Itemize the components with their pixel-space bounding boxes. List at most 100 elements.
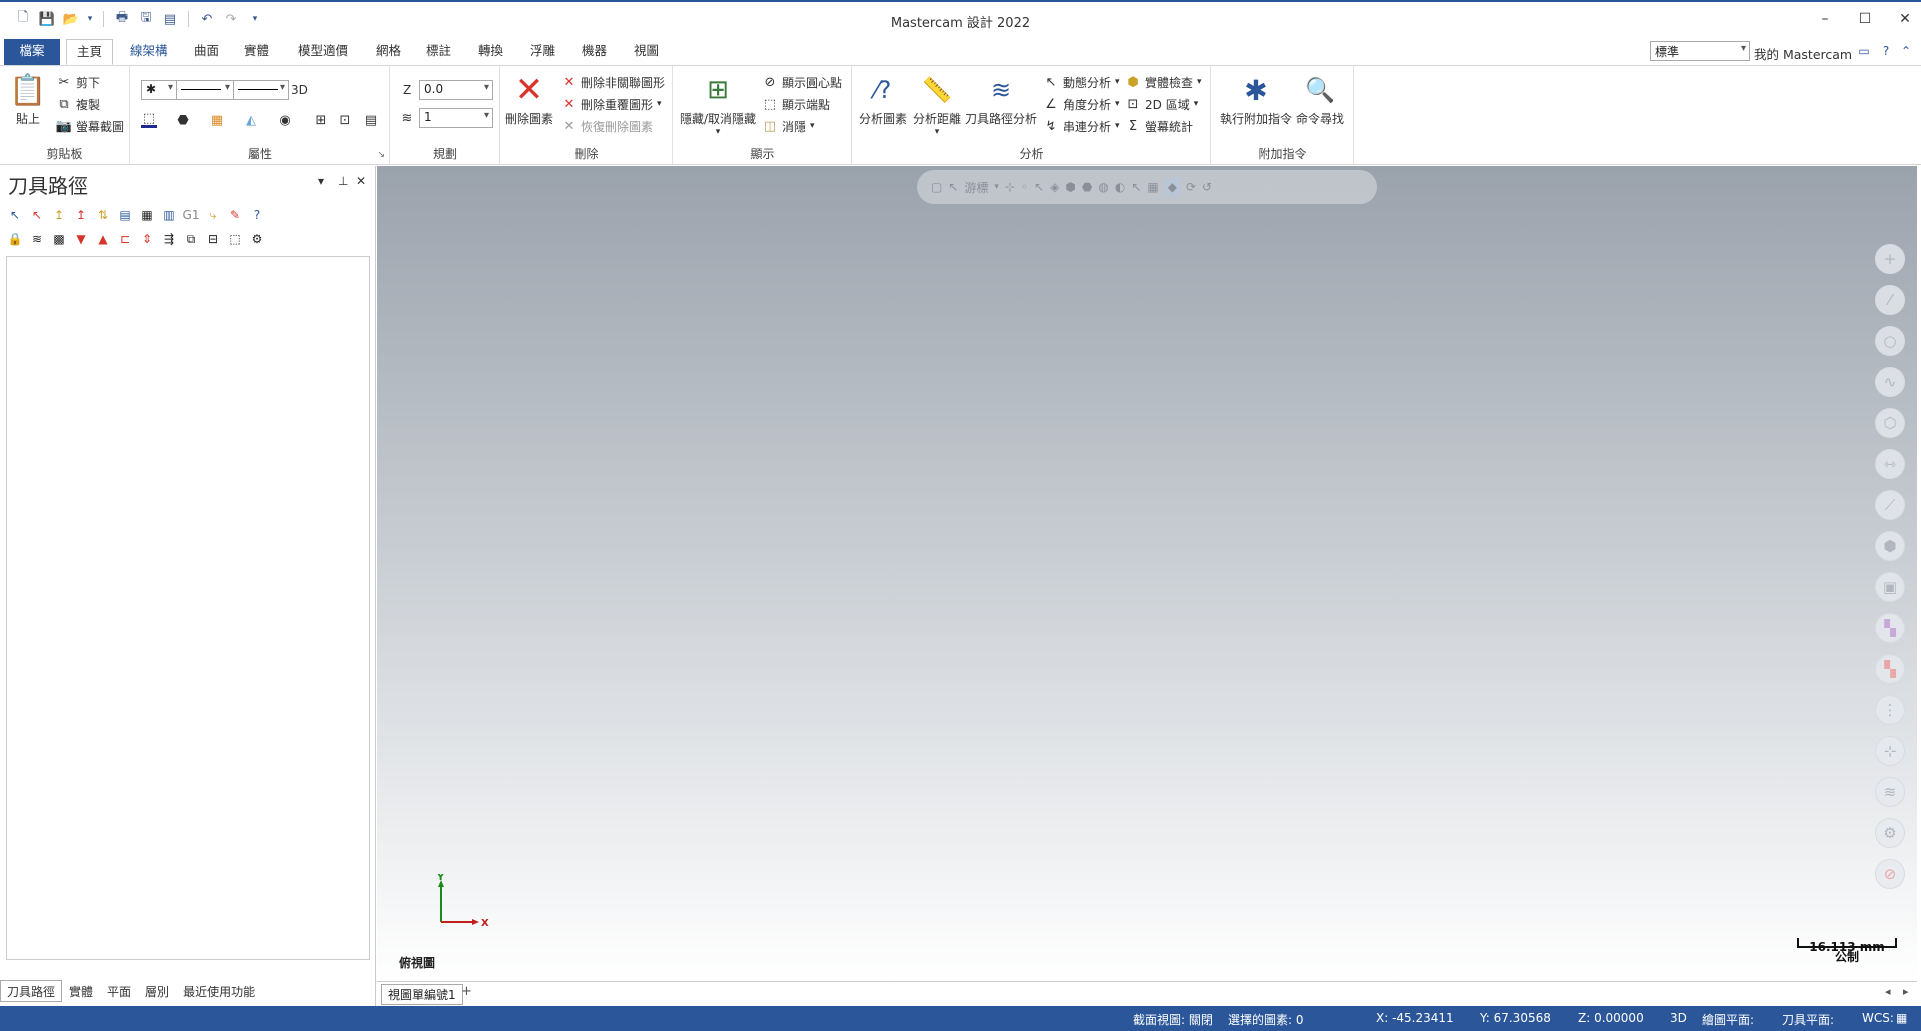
regenerate-dirty-icon[interactable]: ↥ (72, 206, 90, 224)
stock-icon[interactable]: ⬚ (226, 230, 244, 248)
tab-wireframe[interactable]: 線架構 (120, 39, 178, 65)
display-selected-icon[interactable]: ⇶ (160, 230, 178, 248)
graphics-window[interactable]: ▢ ↖ 游標 ▾ ⊹ ◦ ↖ ◈ ⬢ ⬣ ◍ ◐ ↖ ▦ ◆ ⟳ ↺ + ⁄ ○… (377, 166, 1917, 980)
tab-file[interactable]: 檔案 (4, 39, 60, 65)
tab-relief[interactable]: 浮雕 (520, 39, 565, 65)
solid-color-button[interactable]: ⬣ (175, 110, 191, 130)
statistics-button[interactable]: Σ 螢幕統計 (1125, 116, 1193, 136)
find-command-button[interactable]: 🔍 命令尋找 (1296, 70, 1344, 127)
set-all-button[interactable]: ⊞ (313, 110, 329, 130)
status-options-icon[interactable]: ▦ (1896, 1011, 1907, 1025)
close-button[interactable]: ✕ (1885, 6, 1921, 32)
select-level-icon[interactable]: ▚ (1875, 654, 1905, 684)
toggle-display-icon[interactable]: ≋ (28, 230, 46, 248)
cplane-status[interactable]: 繪圖平面: (1702, 1011, 1754, 1028)
simulator-icon[interactable]: ▥ (160, 206, 178, 224)
options-icon[interactable]: ⊟ (204, 230, 222, 248)
chain-select-icon[interactable]: ◈ (1050, 180, 1059, 194)
tool-manager-icon[interactable]: ✎ (226, 206, 244, 224)
g1-icon[interactable]: G1 (182, 206, 200, 224)
close-panel-icon[interactable]: ✕ (356, 174, 366, 188)
deselect-icon[interactable]: ↖ (28, 206, 46, 224)
hide-unhide-button[interactable]: ⊞ 隱藏/取消隱藏 ▾ (680, 70, 756, 137)
selection-mode-icon[interactable]: ↖ (948, 180, 958, 194)
viewsheet-tab[interactable]: 視圖單編號1 (381, 984, 463, 1005)
lock-icon[interactable]: 🔒 (6, 230, 24, 248)
expand-collapse-icon[interactable]: ⇕ (138, 230, 156, 248)
mode-status[interactable]: 3D (1670, 1011, 1687, 1025)
backplot-icon[interactable]: ▤ (116, 206, 134, 224)
wcs-status[interactable]: WCS: (1862, 1011, 1894, 1025)
level-input[interactable]: 1 (419, 108, 493, 128)
select-color-icon[interactable]: ▚ (1875, 613, 1905, 643)
solid-select-icon[interactable]: ⬢ (1065, 180, 1075, 194)
simulate-icon[interactable]: ⇅ (94, 206, 112, 224)
my-mastercam-link[interactable]: 我的 Mastercam (1754, 44, 1852, 63)
select-results-icon[interactable]: ⊹ (1875, 736, 1905, 766)
toolpath-analysis-button[interactable]: ≋ 刀具路徑分析 (965, 70, 1037, 127)
delete-duplicate-button[interactable]: ✕ 刪除重覆圖形 ▾ (561, 94, 662, 114)
help-icon[interactable]: ? (248, 206, 266, 224)
line-width-select[interactable] (233, 80, 289, 100)
surface-color-button[interactable]: ▦ (209, 110, 225, 130)
analyze-entity-button[interactable]: ⁄? 分析圖素 (859, 70, 907, 127)
tab-transform[interactable]: 轉換 (468, 39, 513, 65)
add-viewsheet-button[interactable]: + (461, 984, 472, 999)
move-down-icon[interactable]: ▼ (72, 230, 90, 248)
select-surfaces-icon[interactable]: ⬡ (1875, 408, 1905, 438)
help-icon[interactable]: ? (1878, 43, 1894, 59)
chevron-down-icon[interactable]: ▾ (994, 182, 999, 192)
pin-icon[interactable]: ⊥ (338, 174, 348, 188)
undelete-button[interactable]: ✕ 恢復刪除圖素 (561, 116, 653, 136)
attribute-manager-button[interactable]: ⊡ (337, 110, 353, 130)
paste-button[interactable]: 📋 貼上 (8, 70, 48, 127)
point-style-select[interactable]: ✱ (141, 80, 177, 100)
material-button[interactable]: ◉ (277, 110, 293, 130)
verify-select-icon[interactable]: ◆ (1164, 178, 1180, 196)
toolpath-tree[interactable] (6, 256, 370, 960)
select-settings-icon[interactable]: ⚙ (1875, 818, 1905, 848)
point-icon[interactable]: ◦ (1021, 180, 1028, 194)
section-view-status[interactable]: 截面視圖: 關閉 (1133, 1011, 1213, 1028)
tab-drafting[interactable]: 標註 (416, 39, 461, 65)
tab-solids-manager[interactable]: 實體 (62, 980, 100, 1002)
tab-model-prep[interactable]: 模型適價 (288, 39, 358, 65)
blank-button[interactable]: ◫ 消隱 ▾ (762, 116, 815, 136)
select-all-icon[interactable]: ↖ (6, 206, 24, 224)
chain-analysis-button[interactable]: ↯ 串連分析 ▾ (1043, 116, 1120, 136)
insert-arrow-icon[interactable]: ⊏ (116, 230, 134, 248)
delete-unrelated-button[interactable]: ✕ 刪除非關聯圖形 (561, 72, 665, 92)
scroll-left-icon[interactable]: ◂ (1885, 985, 1891, 998)
show-arc-center-button[interactable]: ⊘ 顯示圓心點 (762, 72, 842, 92)
wireframe-color-button[interactable]: ⬚ (141, 110, 157, 130)
tab-view[interactable]: 視圖 (624, 39, 669, 65)
select-solids-icon[interactable]: ⬢ (1875, 531, 1905, 561)
delete-entity-button[interactable]: ✕ 刪除圖素 (505, 70, 553, 127)
regenerate-icon[interactable]: ↥ (50, 206, 68, 224)
tab-solids[interactable]: 實體 (234, 39, 279, 65)
collapse-ribbon-icon[interactable]: ⌃ (1898, 43, 1914, 59)
tab-machine[interactable]: 機器 (572, 39, 617, 65)
tplane-status[interactable]: 刀具平面: (1782, 1011, 1834, 1028)
angle-analysis-button[interactable]: ∠ 角度分析 ▾ (1043, 94, 1119, 114)
analyze-distance-button[interactable]: 📏 分析距離 ▾ (913, 70, 961, 137)
tab-surfaces[interactable]: 曲面 (184, 39, 229, 65)
mode-3d-toggle[interactable]: 3D (291, 80, 308, 100)
tab-levels[interactable]: 層別 (138, 980, 176, 1002)
post-icon[interactable]: ⤷ (204, 206, 222, 224)
autocursor-icon[interactable]: ⊹ (1005, 180, 1015, 194)
lock-icon[interactable]: ▢ (931, 180, 942, 194)
dynamic-analysis-button[interactable]: ↖ 動態分析 ▾ (1043, 72, 1120, 92)
cancel-select-icon[interactable]: ↺ (1202, 180, 1212, 194)
cursor-label[interactable]: 游標 (964, 179, 988, 196)
run-addin-button[interactable]: ✱ 執行附加指令 (1220, 70, 1292, 127)
fill-color-button[interactable]: ◭ (243, 110, 259, 130)
select-splines-icon[interactable]: ∿ (1875, 367, 1905, 397)
tab-toolpaths[interactable]: 刀具路徑 (0, 980, 63, 1002)
screenshot-button[interactable]: 📷 螢幕截圖 (56, 116, 124, 136)
tab-mesh[interactable]: 網格 (366, 39, 411, 65)
maximize-button[interactable]: ☐ (1845, 6, 1885, 32)
cut-button[interactable]: ✂ 剪下 (56, 72, 100, 92)
panel-menu-icon[interactable]: ▾ (318, 174, 324, 188)
scroll-right-icon[interactable]: ▸ (1903, 985, 1909, 998)
